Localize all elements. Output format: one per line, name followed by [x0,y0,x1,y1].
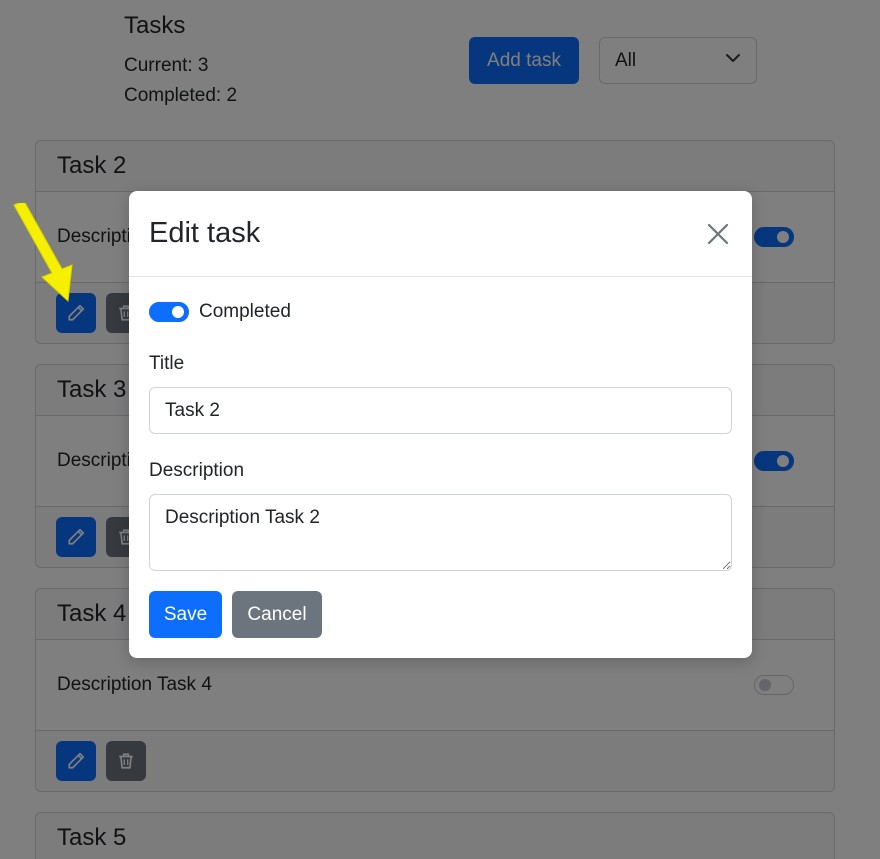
close-icon [707,223,729,244]
title-input[interactable] [149,387,732,434]
completed-toggle[interactable] [149,302,189,322]
save-button[interactable]: Save [149,591,222,638]
modal-title: Edit task [149,217,261,249]
close-button[interactable] [703,219,733,249]
title-label: Title [149,353,185,374]
cancel-button[interactable]: Cancel [232,591,322,638]
completed-label: Completed [199,301,291,322]
description-textarea[interactable]: Description Task 2 [149,494,732,571]
edit-task-modal: Edit task Completed Title Description De… [129,191,752,658]
description-label: Description [149,460,245,481]
arrow-pointer-icon [13,203,73,303]
